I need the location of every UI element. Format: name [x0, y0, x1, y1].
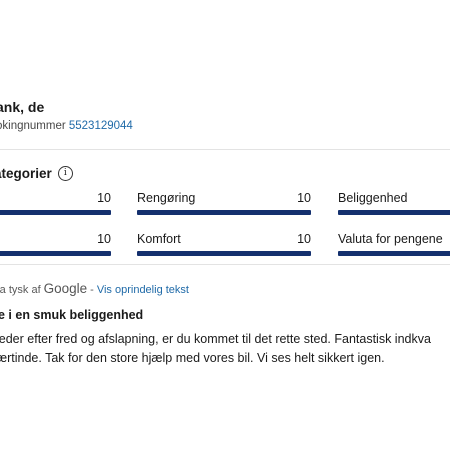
category-score-value: 10: [297, 232, 311, 246]
google-logo: Google: [43, 281, 88, 296]
category-label: Beliggenhed: [338, 191, 408, 205]
score-bar-fill: [137, 251, 311, 256]
translation-separator: -: [90, 284, 94, 296]
score-bar: [137, 251, 311, 256]
review-title: e i en smuk beliggenhed: [0, 308, 144, 322]
category-score-value: 10: [97, 191, 111, 205]
review-text-line: ærtinde. Tak for den store hjælp med vor…: [0, 351, 385, 365]
booking-number-link[interactable]: 5523129044: [69, 120, 133, 132]
score-bar: [0, 251, 111, 256]
score-bar-fill: [0, 210, 111, 215]
category-score-value: 10: [97, 232, 111, 246]
review-text-line: leder efter fred og afslapning, er du ko…: [0, 332, 431, 346]
categories-heading: ategorier i: [0, 166, 73, 181]
divider: [0, 264, 450, 265]
translation-prefix: ra tysk af: [0, 284, 41, 296]
booking-number-label: okingnummer: [0, 120, 66, 132]
category-label: Valuta for pengene: [338, 232, 443, 246]
category-label: Komfort: [137, 232, 181, 246]
translation-notice: ra tysk af Google - Vis oprindelig tekst: [0, 281, 189, 296]
score-bar-fill: [137, 210, 311, 215]
score-bar-fill: [338, 210, 450, 215]
score-bar: [137, 210, 311, 215]
score-bar: [338, 210, 450, 215]
reviewer-name: ank, de: [0, 99, 45, 115]
divider: [0, 149, 450, 150]
score-bar-fill: [0, 251, 111, 256]
score-bar: [0, 210, 111, 215]
category-label: Rengøring: [137, 191, 196, 205]
categories-title: ategorier: [0, 166, 52, 181]
review-body: leder efter fred og afslapning, er du ko…: [0, 330, 450, 368]
show-original-link[interactable]: Vis oprindelig tekst: [97, 284, 189, 296]
score-bar: [338, 251, 450, 256]
score-bar-fill: [338, 251, 450, 256]
booking-number-line: okingnummer 5523129044: [0, 120, 133, 132]
info-icon[interactable]: i: [57, 166, 73, 181]
category-score-value: 10: [297, 191, 311, 205]
